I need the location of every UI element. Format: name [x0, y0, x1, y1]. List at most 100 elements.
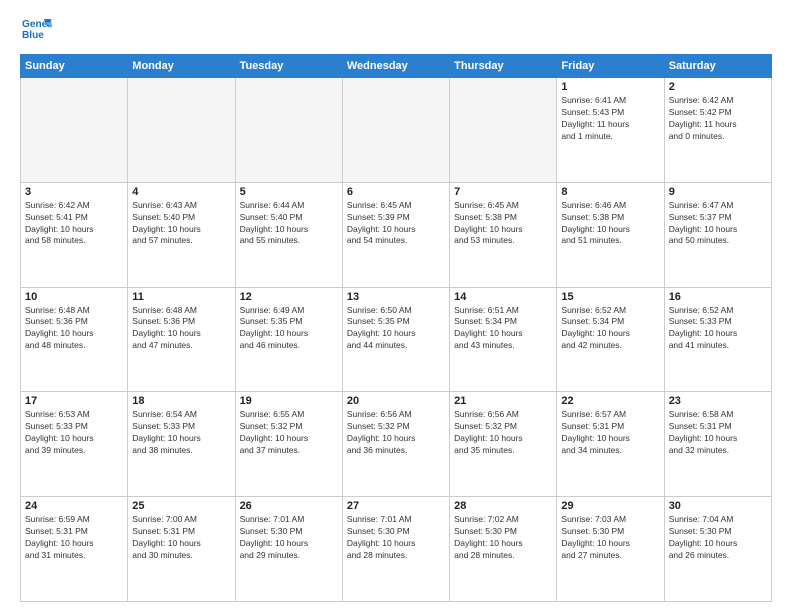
calendar-cell: 23Sunrise: 6:58 AM Sunset: 5:31 PM Dayli… — [664, 392, 771, 497]
calendar-cell: 14 Sunrise: 6:51 AM Sunset: 5:34 PM Dayli… — [450, 287, 557, 392]
day-number: 18 — [132, 395, 230, 407]
calendar-cell: 25Sunrise: 7:00 AM Sunset: 5:31 PM Dayli… — [128, 497, 235, 602]
calendar-cell — [342, 78, 449, 183]
calendar-cell: 2 Sunrise: 6:42 AM Sunset: 5:42 PM Daylig… — [664, 78, 771, 183]
calendar-week-row: 3 Sunrise: 6:42 AM Sunset: 5:41 PM Daylig… — [21, 182, 772, 287]
calendar-cell — [235, 78, 342, 183]
calendar-cell: 18 Sunrise: 6:54 AM Sunset: 5:33 PM Dayli… — [128, 392, 235, 497]
day-number: 14 — [454, 291, 552, 303]
day-number: 4 — [132, 186, 230, 198]
calendar-cell — [21, 78, 128, 183]
day-info: Sunrise: 7:02 AM Sunset: 5:30 PM Dayligh… — [454, 514, 552, 562]
calendar-table: SundayMondayTuesdayWednesdayThursdayFrid… — [20, 54, 772, 602]
day-number: 16 — [669, 291, 767, 303]
day-info: Sunrise: 6:55 AM Sunset: 5:32 PM Dayligh… — [240, 409, 338, 457]
day-info: Sunrise: 6:54 AM Sunset: 5:33 PM Dayligh… — [132, 409, 230, 457]
day-number: 21 — [454, 395, 552, 407]
calendar-cell: 11Sunrise: 6:48 AM Sunset: 5:36 PM Dayli… — [128, 287, 235, 392]
weekday-header: Wednesday — [342, 55, 449, 78]
weekday-header: Sunday — [21, 55, 128, 78]
day-info: Sunrise: 6:46 AM Sunset: 5:38 PM Dayligh… — [561, 200, 659, 248]
calendar-header-row: SundayMondayTuesdayWednesdayThursdayFrid… — [21, 55, 772, 78]
calendar-cell: 21Sunrise: 6:56 AM Sunset: 5:32 PM Dayli… — [450, 392, 557, 497]
day-number: 5 — [240, 186, 338, 198]
calendar-cell: 15 Sunrise: 6:52 AM Sunset: 5:34 PM Dayli… — [557, 287, 664, 392]
day-number: 2 — [669, 81, 767, 93]
day-number: 20 — [347, 395, 445, 407]
day-number: 12 — [240, 291, 338, 303]
day-info: Sunrise: 6:53 AM Sunset: 5:33 PM Dayligh… — [25, 409, 123, 457]
day-number: 13 — [347, 291, 445, 303]
day-number: 10 — [25, 291, 123, 303]
day-number: 27 — [347, 500, 445, 512]
day-info: Sunrise: 6:57 AM Sunset: 5:31 PM Dayligh… — [561, 409, 659, 457]
day-info: Sunrise: 6:44 AM Sunset: 5:40 PM Dayligh… — [240, 200, 338, 248]
day-info: Sunrise: 6:48 AM Sunset: 5:36 PM Dayligh… — [25, 305, 123, 353]
day-info: Sunrise: 7:03 AM Sunset: 5:30 PM Dayligh… — [561, 514, 659, 562]
weekday-header: Friday — [557, 55, 664, 78]
day-number: 24 — [25, 500, 123, 512]
day-info: Sunrise: 6:51 AM Sunset: 5:34 PM Dayligh… — [454, 305, 552, 353]
day-number: 9 — [669, 186, 767, 198]
weekday-header: Saturday — [664, 55, 771, 78]
calendar-cell: 30 Sunrise: 7:04 AM Sunset: 5:30 PM Dayli… — [664, 497, 771, 602]
day-number: 29 — [561, 500, 659, 512]
day-info: Sunrise: 6:47 AM Sunset: 5:37 PM Dayligh… — [669, 200, 767, 248]
day-info: Sunrise: 6:49 AM Sunset: 5:35 PM Dayligh… — [240, 305, 338, 353]
day-number: 8 — [561, 186, 659, 198]
header: General Blue — [20, 16, 772, 44]
day-info: Sunrise: 7:04 AM Sunset: 5:30 PM Dayligh… — [669, 514, 767, 562]
day-number: 26 — [240, 500, 338, 512]
calendar-cell: 8 Sunrise: 6:46 AM Sunset: 5:38 PM Daylig… — [557, 182, 664, 287]
calendar-week-row: 24 Sunrise: 6:59 AM Sunset: 5:31 PM Dayli… — [21, 497, 772, 602]
day-info: Sunrise: 6:41 AM Sunset: 5:43 PM Dayligh… — [561, 95, 659, 143]
day-info: Sunrise: 6:45 AM Sunset: 5:38 PM Dayligh… — [454, 200, 552, 248]
calendar-cell — [450, 78, 557, 183]
day-info: Sunrise: 7:01 AM Sunset: 5:30 PM Dayligh… — [240, 514, 338, 562]
day-info: Sunrise: 6:42 AM Sunset: 5:41 PM Dayligh… — [25, 200, 123, 248]
day-number: 30 — [669, 500, 767, 512]
day-info: Sunrise: 6:52 AM Sunset: 5:34 PM Dayligh… — [561, 305, 659, 353]
calendar-cell: 3 Sunrise: 6:42 AM Sunset: 5:41 PM Daylig… — [21, 182, 128, 287]
calendar-cell: 5 Sunrise: 6:44 AM Sunset: 5:40 PM Daylig… — [235, 182, 342, 287]
day-info: Sunrise: 6:42 AM Sunset: 5:42 PM Dayligh… — [669, 95, 767, 143]
calendar-cell: 26 Sunrise: 7:01 AM Sunset: 5:30 PM Dayli… — [235, 497, 342, 602]
day-number: 11 — [132, 291, 230, 303]
weekday-header: Monday — [128, 55, 235, 78]
calendar-cell: 1Sunrise: 6:41 AM Sunset: 5:43 PM Daylig… — [557, 78, 664, 183]
day-number: 7 — [454, 186, 552, 198]
day-info: Sunrise: 6:58 AM Sunset: 5:31 PM Dayligh… — [669, 409, 767, 457]
day-number: 17 — [25, 395, 123, 407]
calendar-cell: 20 Sunrise: 6:56 AM Sunset: 5:32 PM Dayli… — [342, 392, 449, 497]
calendar-week-row: 17 Sunrise: 6:53 AM Sunset: 5:33 PM Dayli… — [21, 392, 772, 497]
day-number: 22 — [561, 395, 659, 407]
calendar-cell: 17 Sunrise: 6:53 AM Sunset: 5:33 PM Dayli… — [21, 392, 128, 497]
day-info: Sunrise: 6:52 AM Sunset: 5:33 PM Dayligh… — [669, 305, 767, 353]
day-number: 28 — [454, 500, 552, 512]
logo-icon: General Blue — [20, 16, 52, 44]
calendar-cell: 27 Sunrise: 7:01 AM Sunset: 5:30 PM Dayli… — [342, 497, 449, 602]
calendar-cell: 12 Sunrise: 6:49 AM Sunset: 5:35 PM Dayli… — [235, 287, 342, 392]
day-info: Sunrise: 6:43 AM Sunset: 5:40 PM Dayligh… — [132, 200, 230, 248]
weekday-header: Tuesday — [235, 55, 342, 78]
day-info: Sunrise: 6:59 AM Sunset: 5:31 PM Dayligh… — [25, 514, 123, 562]
calendar-cell: 16 Sunrise: 6:52 AM Sunset: 5:33 PM Dayli… — [664, 287, 771, 392]
calendar-cell: 24 Sunrise: 6:59 AM Sunset: 5:31 PM Dayli… — [21, 497, 128, 602]
day-number: 3 — [25, 186, 123, 198]
day-info: Sunrise: 6:45 AM Sunset: 5:39 PM Dayligh… — [347, 200, 445, 248]
calendar-cell — [128, 78, 235, 183]
calendar-cell: 9 Sunrise: 6:47 AM Sunset: 5:37 PM Daylig… — [664, 182, 771, 287]
calendar-cell: 28 Sunrise: 7:02 AM Sunset: 5:30 PM Dayli… — [450, 497, 557, 602]
logo: General Blue — [20, 16, 56, 44]
day-info: Sunrise: 7:00 AM Sunset: 5:31 PM Dayligh… — [132, 514, 230, 562]
day-info: Sunrise: 6:50 AM Sunset: 5:35 PM Dayligh… — [347, 305, 445, 353]
calendar-cell: 13 Sunrise: 6:50 AM Sunset: 5:35 PM Dayli… — [342, 287, 449, 392]
calendar-cell: 7 Sunrise: 6:45 AM Sunset: 5:38 PM Daylig… — [450, 182, 557, 287]
calendar-cell: 29 Sunrise: 7:03 AM Sunset: 5:30 PM Dayli… — [557, 497, 664, 602]
calendar-cell: 4 Sunrise: 6:43 AM Sunset: 5:40 PM Daylig… — [128, 182, 235, 287]
day-info: Sunrise: 6:56 AM Sunset: 5:32 PM Dayligh… — [347, 409, 445, 457]
calendar-cell: 22 Sunrise: 6:57 AM Sunset: 5:31 PM Dayli… — [557, 392, 664, 497]
day-number: 15 — [561, 291, 659, 303]
day-info: Sunrise: 7:01 AM Sunset: 5:30 PM Dayligh… — [347, 514, 445, 562]
calendar-cell: 10 Sunrise: 6:48 AM Sunset: 5:36 PM Dayli… — [21, 287, 128, 392]
